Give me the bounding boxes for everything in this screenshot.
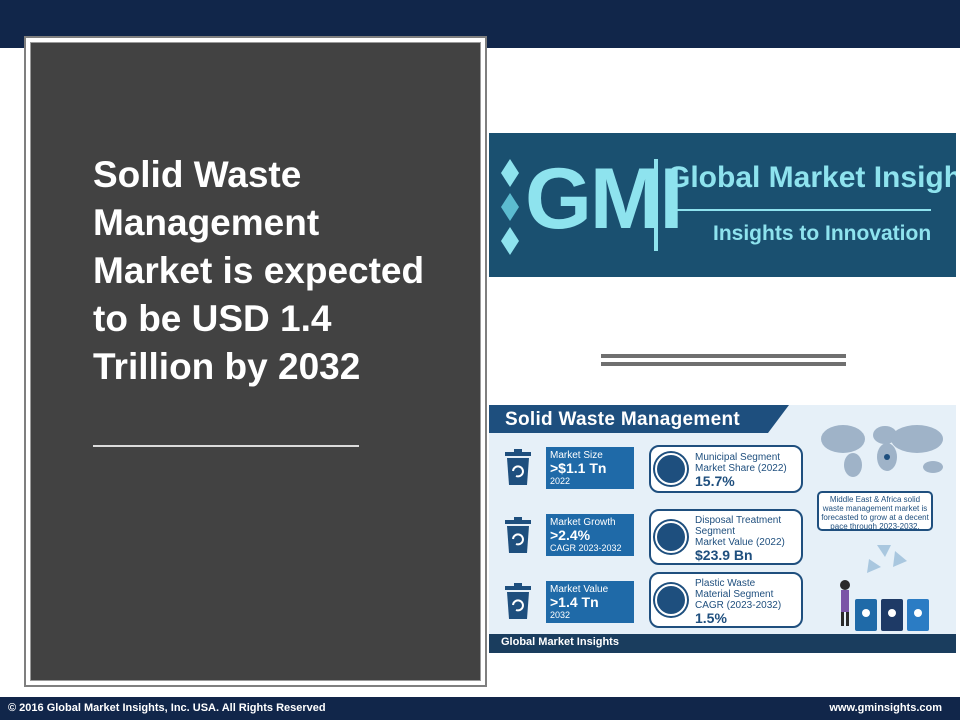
- logo-company-name: Global Market Insights: [667, 161, 956, 194]
- segment-text: Municipal Segment Market Share (2022) 15…: [695, 452, 787, 489]
- infographic: Solid Waste Management Market Size >$1.1…: [489, 405, 956, 653]
- logo-rule: [667, 209, 931, 211]
- segment-disposal-treatment: Disposal Treatment Segment Market Value …: [649, 509, 803, 565]
- separator-line-top: [601, 354, 846, 358]
- bottom-bar: © 2016 Global Market Insights, Inc. USA.…: [0, 697, 960, 720]
- trash-bin-icon: [505, 449, 531, 485]
- separator-line-bottom: [601, 362, 846, 366]
- segment-label: Disposal Treatment: [695, 515, 782, 526]
- stat-value: >$1.1 Tn: [550, 460, 607, 476]
- regional-note: Middle East & Africa solid waste managem…: [817, 491, 933, 531]
- segment-label: Municipal Segment: [695, 452, 781, 463]
- segment-label: Segment: [695, 526, 736, 537]
- infographic-footer-logo: Global Market Insights: [501, 636, 619, 648]
- stat-market-size: Market Size >$1.1 Tn 2022: [546, 447, 634, 489]
- stat-value: >2.4%: [550, 527, 591, 543]
- gmi-logo: GMI Global Market Insights Insights to I…: [489, 133, 956, 277]
- headline: Solid Waste Management Market is expecte…: [93, 154, 425, 387]
- slide: Solid Waste Management Market is expecte…: [0, 0, 960, 720]
- stat-market-growth: Market Growth >2.4% CAGR 2023-2032: [546, 514, 634, 556]
- website-link[interactable]: www.gminsights.com: [829, 702, 942, 714]
- segment-value: 1.5%: [695, 610, 727, 626]
- logo-divider: [654, 159, 658, 251]
- segment-label: Plastic Waste: [695, 578, 756, 589]
- segment-plastic-waste: Plastic Waste Material Segment CAGR (202…: [649, 572, 803, 628]
- segment-value: $23.9 Bn: [695, 547, 753, 563]
- segment-text: Plastic Waste Material Segment CAGR (202…: [695, 578, 781, 626]
- recycling-bins-icon: [840, 545, 929, 631]
- stat-market-value: Market Value >1.4 Tn 2032: [546, 581, 634, 623]
- logo-tagline: Insights to Innovation: [713, 222, 932, 245]
- trash-bin-icon: [505, 583, 531, 619]
- segment-label: Material Segment: [695, 589, 774, 600]
- logo-diamonds-icon: [501, 159, 519, 255]
- segment-municipal: Municipal Segment Market Share (2022) 15…: [649, 445, 803, 493]
- stat-sub: 2032: [550, 610, 571, 620]
- headline-panel-inner: Solid Waste Management Market is expecte…: [30, 42, 481, 681]
- trash-bin-icon: [505, 517, 531, 553]
- segment-value: 15.7%: [695, 473, 735, 489]
- stat-sub: CAGR 2023-2032: [550, 543, 622, 553]
- stat-value: >1.4 Tn: [550, 594, 599, 610]
- dollar-icon: [655, 521, 687, 553]
- monitor-chart-icon: [655, 584, 687, 616]
- world-map-icon: [821, 425, 943, 477]
- headline-panel: Solid Waste Management Market is expecte…: [24, 36, 487, 687]
- copyright-text: © 2016 Global Market Insights, Inc. USA.…: [8, 702, 326, 714]
- chart-icon: [655, 453, 687, 485]
- headline-underline: [93, 445, 359, 447]
- segment-text: Disposal Treatment Segment Market Value …: [695, 515, 785, 563]
- stat-sub: 2022: [550, 476, 571, 486]
- infographic-footer: Global Market Insights: [489, 634, 956, 653]
- infographic-title: Solid Waste Management: [505, 409, 740, 430]
